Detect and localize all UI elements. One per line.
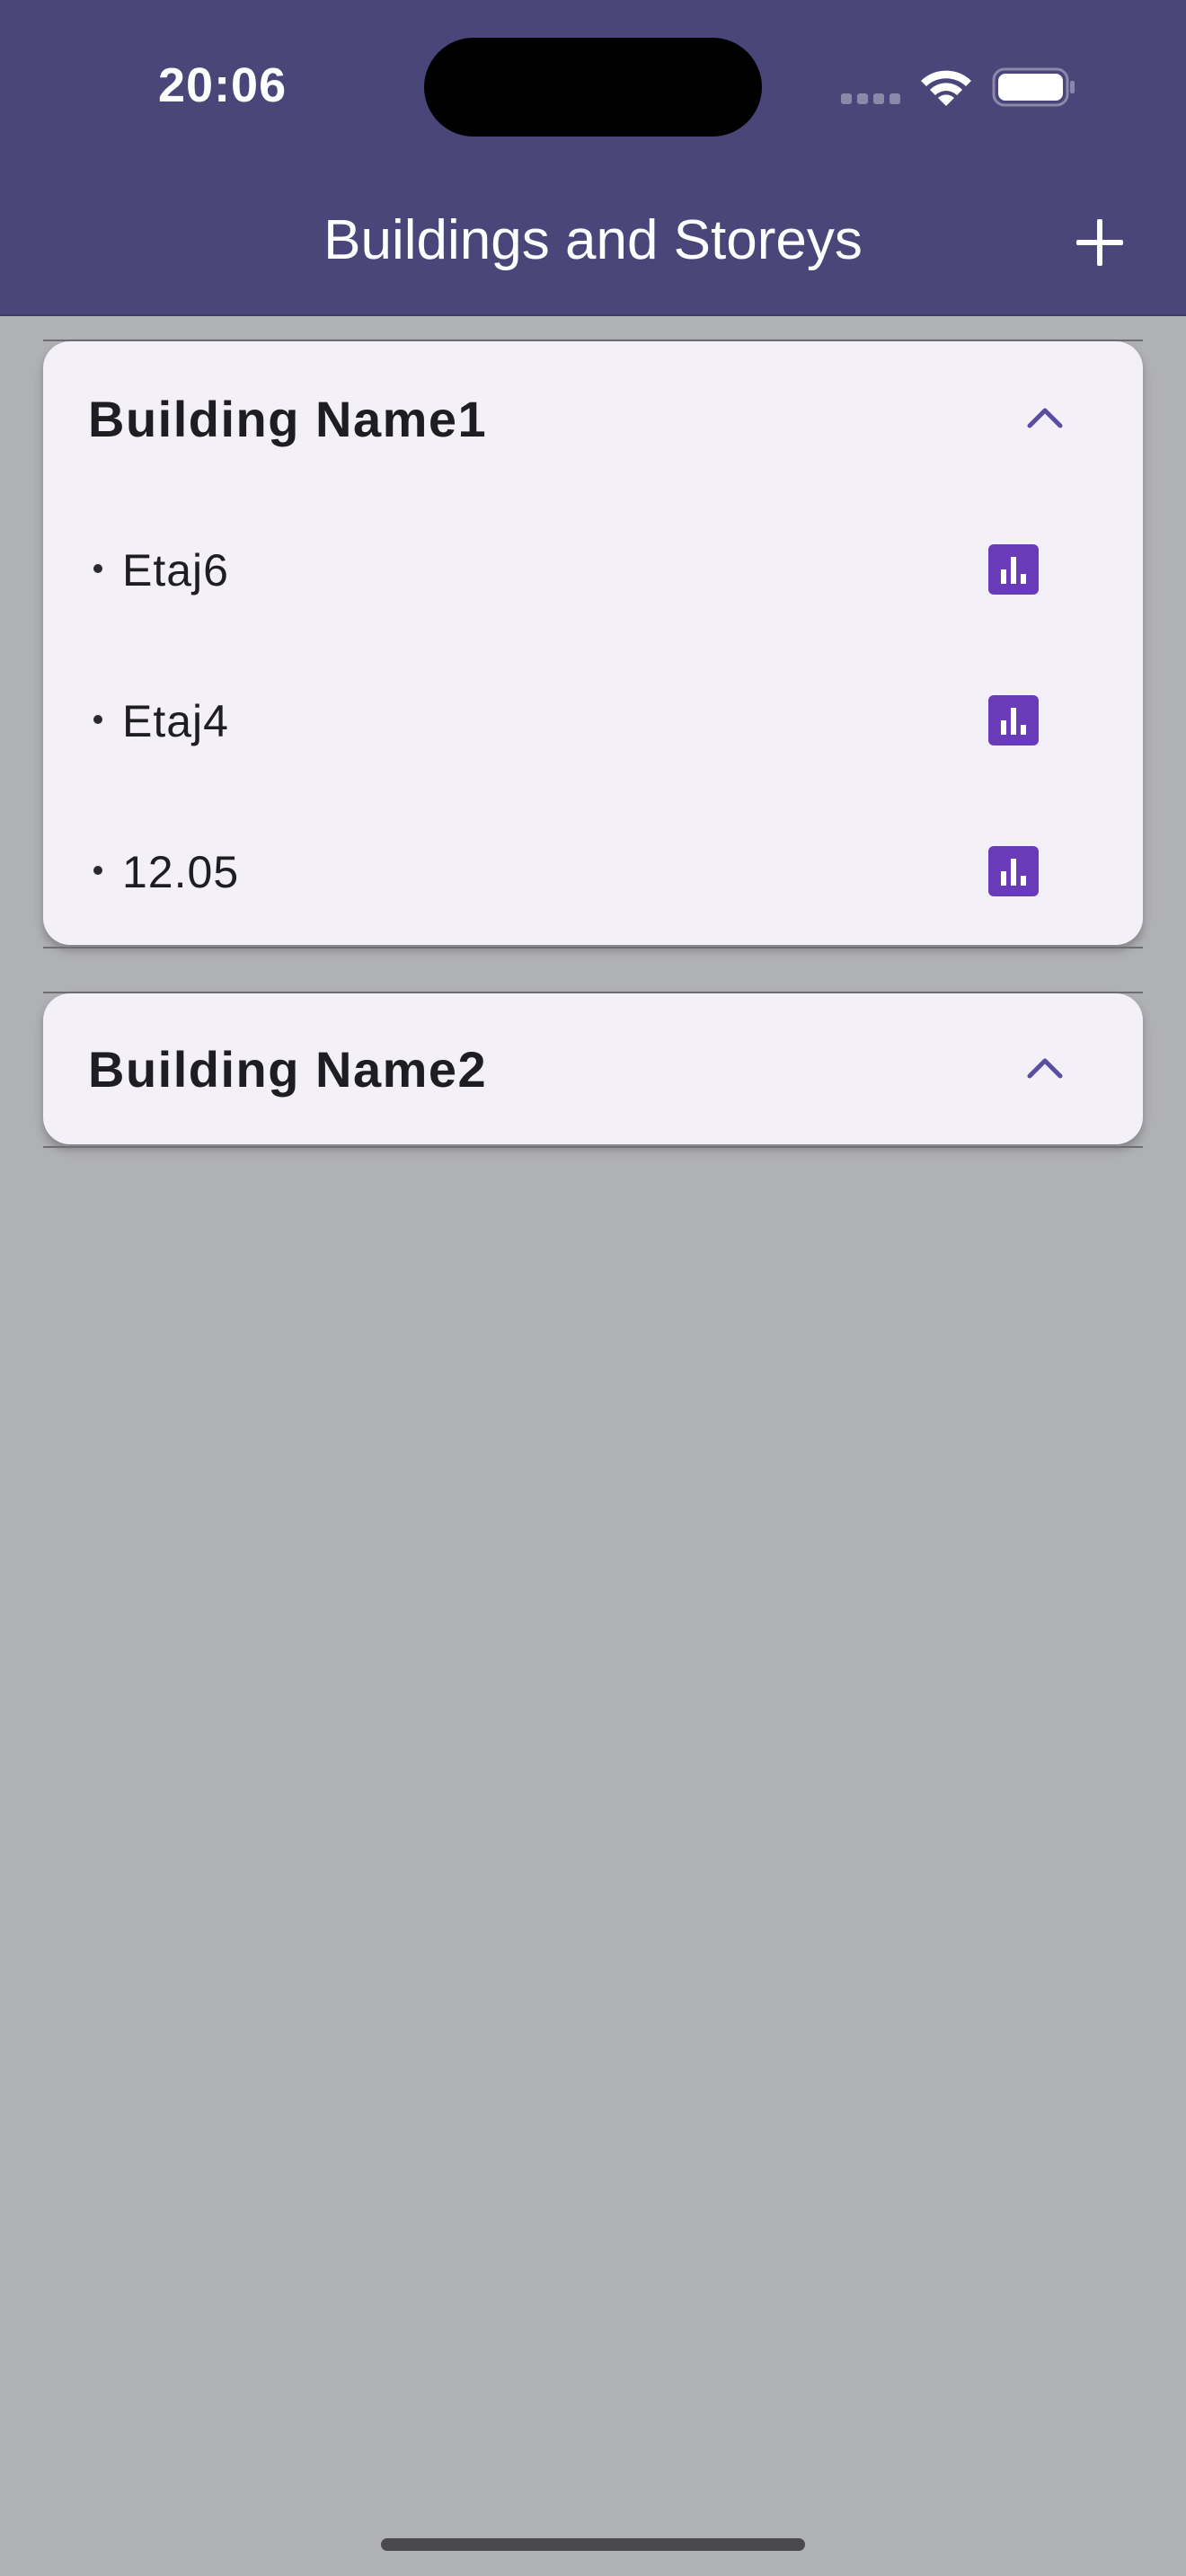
chevron-up-icon[interactable] [1022,395,1067,440]
wifi-icon [921,70,971,106]
battery-icon [992,67,1075,107]
storey-label: 12.05 [122,847,240,897]
storey-label: Etaj4 [122,696,229,746]
page-title: Buildings and Storeys [323,209,863,271]
bullet-icon [93,715,102,724]
building-name: Building Name2 [88,1041,488,1098]
home-indicator[interactable] [381,2538,805,2551]
building-name: Building Name1 [88,391,488,447]
bullet-icon [93,866,102,875]
dynamic-island [424,38,762,137]
storey-item[interactable]: Etaj6 [43,498,1143,648]
card-bottom-divider [43,947,1143,948]
bar-chart-icon [1001,708,1026,735]
bar-chart-icon [1001,557,1026,584]
storey-item[interactable]: Etaj4 [43,648,1143,799]
storey-chart-button[interactable] [988,544,1039,595]
building-header[interactable]: Building Name1 [43,341,1143,496]
chevron-up-icon[interactable] [1022,1045,1067,1090]
building-card: Building Name2 [43,993,1143,1144]
storey-chart-button[interactable] [988,695,1039,745]
bullet-icon [93,564,102,573]
storey-label: Etaj6 [122,545,229,595]
storey-item[interactable]: 12.05 [43,799,1143,950]
storey-chart-button[interactable] [988,846,1039,896]
status-time: 20:06 [158,58,288,112]
building-card: Building Name1 Etaj6 Etaj4 12.05 [43,341,1143,945]
card-bottom-divider [43,1146,1143,1148]
cellular-signal-icon [841,93,900,104]
building-header[interactable]: Building Name2 [43,993,1143,1144]
app-header: 20:06 Buildings and Storeys [0,0,1186,316]
add-building-button[interactable] [1069,212,1130,273]
bar-chart-icon [1001,859,1026,886]
